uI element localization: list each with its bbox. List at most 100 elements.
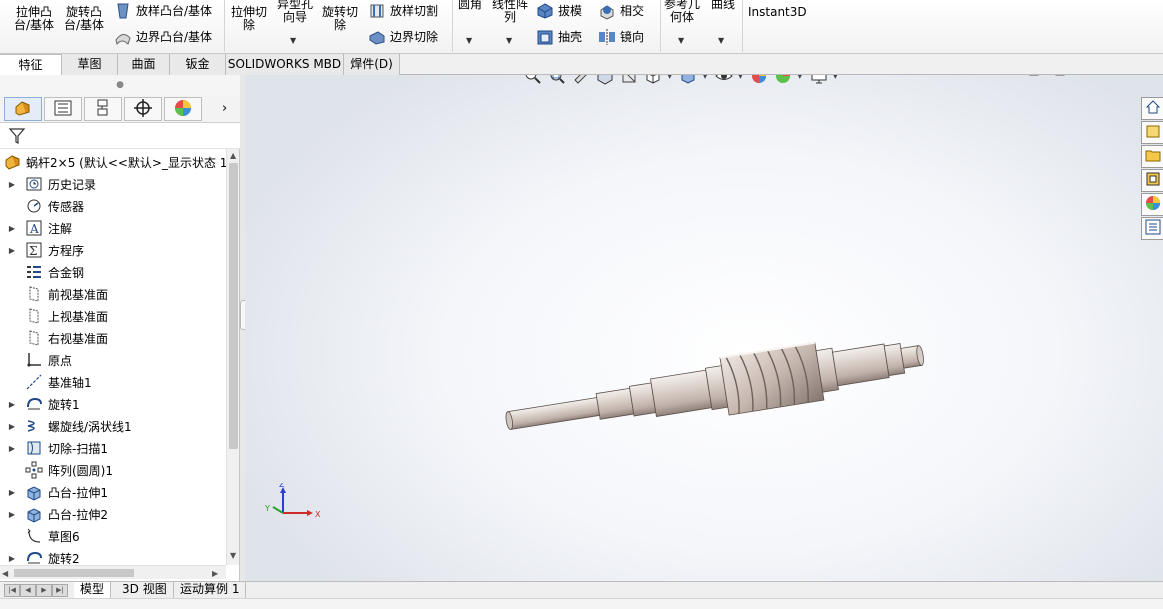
tab-sheet-metal[interactable]: 钣金 xyxy=(170,54,226,75)
tree-item[interactable]: ▶ 凸台-拉伸2 xyxy=(0,503,226,525)
view-palette-tab[interactable] xyxy=(1141,169,1163,192)
expand-arrow-icon[interactable]: ▶ xyxy=(0,422,24,431)
linear-pattern-button[interactable]: 线性阵列 xyxy=(488,0,532,24)
horizontal-scroll-thumb[interactable] xyxy=(14,569,134,577)
tree-item[interactable]: 上视基准面 xyxy=(0,305,226,327)
solidworks-resources-tab[interactable] xyxy=(1141,97,1163,120)
tree-item[interactable]: 合金钢 xyxy=(0,261,226,283)
expand-arrow-icon[interactable]: ▶ xyxy=(0,554,24,563)
minimize-icon[interactable]: – xyxy=(1075,75,1097,78)
curves-button[interactable]: 曲线 xyxy=(708,0,738,11)
graphics-area[interactable]: ▼ ▼ ▼ ▼ ▼ ◧ ◨ – ❐ ✕ xyxy=(245,75,1163,581)
dynamic-annotation-icon[interactable] xyxy=(619,75,639,86)
scroll-up-icon[interactable]: ▲ xyxy=(230,151,236,160)
worm-shaft-model[interactable] xyxy=(245,75,1163,581)
bottom-tab-model[interactable]: 模型 xyxy=(74,582,112,599)
custom-properties-tab[interactable] xyxy=(1141,217,1163,240)
extrude-boss-button[interactable]: 拉伸凸台/基体 xyxy=(12,6,56,32)
zoom-to-fit-icon[interactable] xyxy=(523,75,543,86)
pane-grip-handle[interactable]: ● xyxy=(0,75,240,95)
tile-left-icon[interactable]: ◧ xyxy=(1023,75,1045,78)
hole-wizard-button[interactable]: 异型孔向导 xyxy=(274,0,316,24)
apply-scene-dropdown-icon[interactable]: ▼ xyxy=(797,75,802,80)
tab-surfaces[interactable]: 曲面 xyxy=(118,54,170,75)
revolve-cut-button[interactable]: 旋转切除 xyxy=(318,6,362,32)
scroll-down-icon[interactable]: ▼ xyxy=(230,551,236,560)
tree-item[interactable]: ▶ A 注解 xyxy=(0,217,226,239)
section-view-icon[interactable] xyxy=(595,75,615,86)
prev-tab-arrow-icon[interactable]: ◀ xyxy=(20,584,36,597)
instant3d-button[interactable]: Instant3D xyxy=(748,6,807,19)
draft-button[interactable]: 拔模 xyxy=(536,0,582,22)
intersect-button[interactable]: 相交 xyxy=(598,0,644,22)
featuremanager-tab[interactable] xyxy=(4,97,42,121)
propertymanager-tab[interactable] xyxy=(44,97,82,121)
tree-item[interactable]: 基准轴1 xyxy=(0,371,226,393)
tree-item[interactable]: 阵列(圆周)1 xyxy=(0,459,226,481)
more-tabs-arrow-icon[interactable]: › xyxy=(222,101,227,116)
fillet-button[interactable]: 圆角 xyxy=(456,0,484,11)
view-orientation-dropdown-icon[interactable]: ▼ xyxy=(667,75,672,80)
view-settings-icon[interactable] xyxy=(809,75,829,86)
display-manager-tab[interactable] xyxy=(164,97,202,121)
expand-arrow-icon[interactable]: ▶ xyxy=(0,510,24,519)
expand-arrow-icon[interactable]: ▶ xyxy=(0,224,24,233)
hide-show-dropdown-icon[interactable]: ▼ xyxy=(738,75,743,80)
file-explorer-tab[interactable] xyxy=(1141,145,1163,168)
last-tab-arrow-icon[interactable]: ▶| xyxy=(52,584,68,597)
expand-arrow-icon[interactable]: ▶ xyxy=(0,488,24,497)
hole-wizard-dropdown-icon[interactable]: ▼ xyxy=(290,36,296,45)
tree-item[interactable]: 右视基准面 xyxy=(0,327,226,349)
bottom-tab-motion-study[interactable]: 运动算例 1 xyxy=(174,582,247,599)
tab-weldments[interactable]: 焊件(D) xyxy=(344,54,400,75)
appearances-scenes-tab[interactable] xyxy=(1141,193,1163,216)
view-orientation-icon[interactable] xyxy=(643,75,663,86)
configurationmanager-tab[interactable] xyxy=(84,97,122,121)
reference-geometry-dropdown-icon[interactable]: ▼ xyxy=(678,36,684,45)
tab-sketch[interactable]: 草图 xyxy=(62,54,118,75)
restore-icon[interactable]: ❐ xyxy=(1101,75,1123,78)
fillet-dropdown-icon[interactable]: ▼ xyxy=(466,36,472,45)
lofted-cut-button[interactable]: 放样切割 xyxy=(368,0,438,22)
boundary-cut-button[interactable]: 边界切除 xyxy=(368,26,438,48)
tab-mbd[interactable]: SOLIDWORKS MBD xyxy=(226,54,344,75)
expand-arrow-icon[interactable]: ▶ xyxy=(0,444,24,453)
tile-right-icon[interactable]: ◨ xyxy=(1049,75,1071,78)
tree-item[interactable]: ▶ 旋转1 xyxy=(0,393,226,415)
lofted-boss-button[interactable]: 放样凸台/基体 xyxy=(114,0,212,22)
tree-vertical-scrollbar[interactable]: ▲ ▼ xyxy=(226,149,239,565)
expand-arrow-icon[interactable]: ▶ xyxy=(0,400,24,409)
edit-appearance-icon[interactable] xyxy=(749,75,769,86)
extrude-cut-button[interactable]: 拉伸切除 xyxy=(228,6,270,32)
vertical-scroll-thumb[interactable] xyxy=(229,163,238,449)
expand-arrow-icon[interactable]: ▶ xyxy=(0,180,24,189)
view-settings-dropdown-icon[interactable]: ▼ xyxy=(833,75,838,80)
tree-item[interactable]: ▶ 历史记录 xyxy=(0,173,226,195)
tree-item[interactable]: 原点 xyxy=(0,349,226,371)
dimxpert-tab[interactable] xyxy=(124,97,162,121)
expand-arrow-icon[interactable]: ▶ xyxy=(0,246,24,255)
scroll-right-icon[interactable]: ▶ xyxy=(212,569,218,578)
tree-item[interactable]: ▶ 凸台-拉伸1 xyxy=(0,481,226,503)
tree-item[interactable]: 草图6 xyxy=(0,525,226,547)
mirror-button[interactable]: 镜向 xyxy=(598,26,644,48)
tree-root-part[interactable]: 蜗杆2×5 (默认<<默认>_显示状态 1 xyxy=(4,151,226,173)
display-style-dropdown-icon[interactable]: ▼ xyxy=(702,75,707,80)
tree-item[interactable]: ▶ 切除-扫描1 xyxy=(0,437,226,459)
tree-horizontal-scrollbar[interactable]: ◀ ▶ xyxy=(0,565,226,579)
linear-pattern-dropdown-icon[interactable]: ▼ xyxy=(506,36,512,45)
previous-view-icon[interactable] xyxy=(571,75,591,86)
zoom-to-area-icon[interactable] xyxy=(547,75,567,86)
scroll-left-icon[interactable]: ◀ xyxy=(2,569,8,578)
tree-item[interactable]: ▶ Σ 方程序 xyxy=(0,239,226,261)
tab-features[interactable]: 特征 xyxy=(0,54,62,75)
reference-geometry-button[interactable]: 参考几何体 xyxy=(662,0,702,24)
tree-item[interactable]: 前视基准面 xyxy=(0,283,226,305)
curves-dropdown-icon[interactable]: ▼ xyxy=(718,36,724,45)
tree-item[interactable]: ▶ 旋转2 xyxy=(0,547,226,566)
apply-scene-icon[interactable] xyxy=(773,75,793,86)
design-library-tab[interactable] xyxy=(1141,121,1163,144)
filter-icon[interactable] xyxy=(8,127,26,148)
next-tab-arrow-icon[interactable]: ▶ xyxy=(36,584,52,597)
display-style-icon[interactable] xyxy=(678,75,698,86)
